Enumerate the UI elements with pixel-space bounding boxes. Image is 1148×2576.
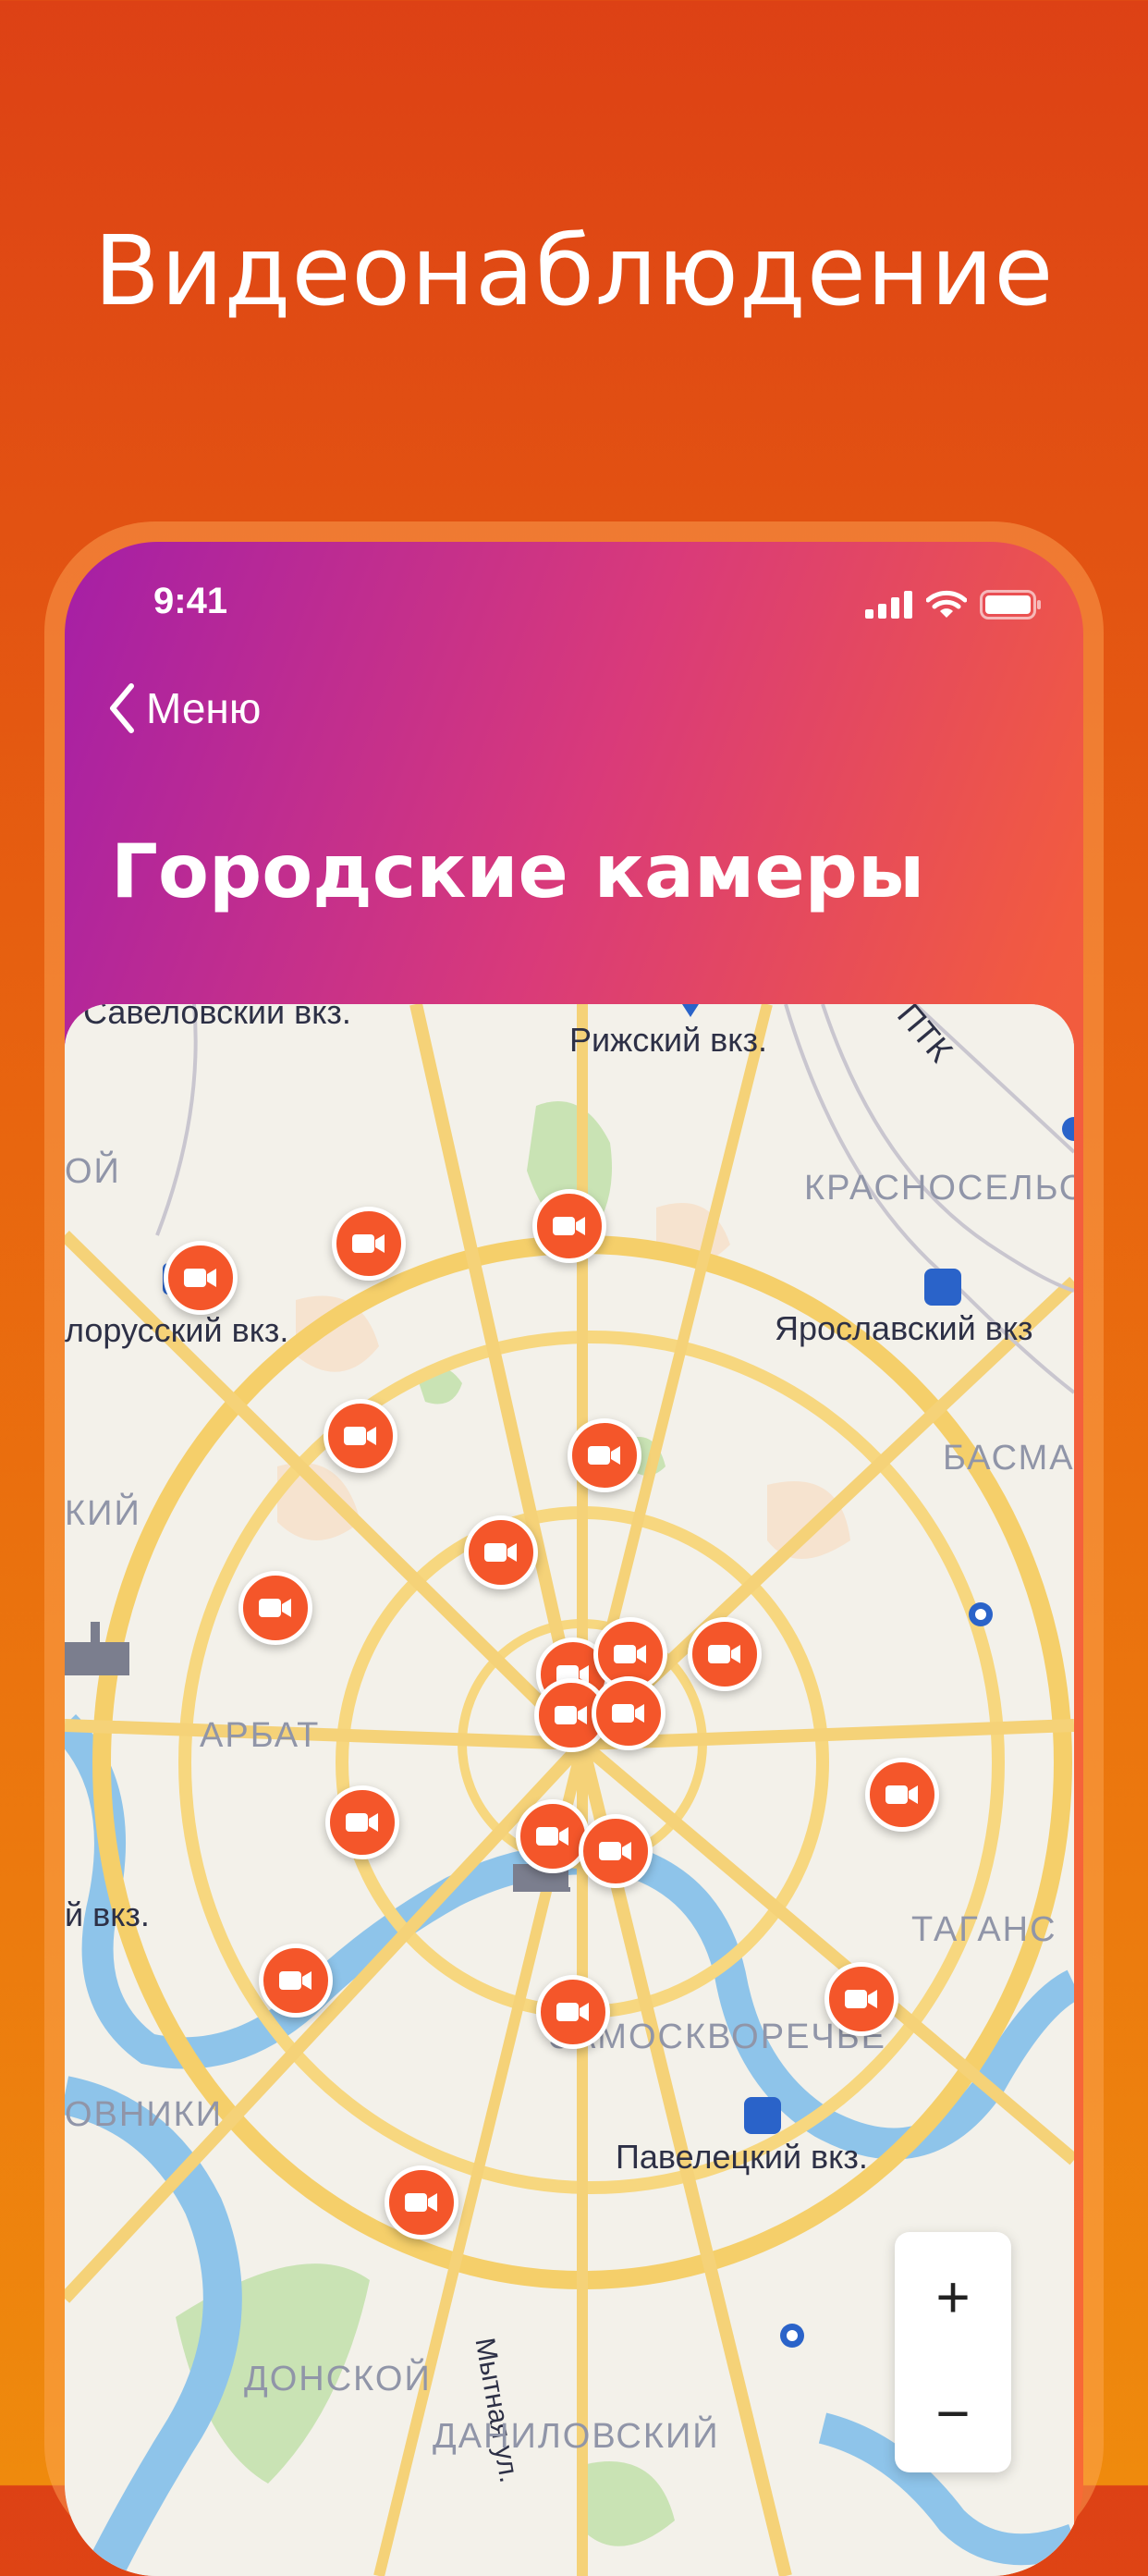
video-camera-icon	[259, 1599, 291, 1617]
map-view[interactable]: Савеловский вкз. Рижский вкз. ПТК ОЙ КРА…	[65, 1004, 1074, 2576]
camera-marker[interactable]	[532, 1189, 606, 1263]
map-label-belorussky: лорусский вкз.	[65, 1311, 289, 1349]
map-label-savelovsky: Савеловский вкз.	[83, 1004, 351, 1031]
map-label-rizhsky: Рижский вкз.	[569, 1021, 767, 1059]
back-button[interactable]: Меню	[107, 682, 261, 734]
camera-marker[interactable]	[464, 1515, 538, 1589]
map-label-yaroslavsky: Ярославский вкз	[775, 1309, 1033, 1347]
video-camera-icon	[184, 1269, 216, 1287]
map-label-paveletsky: Павелецкий вкз.	[616, 2138, 868, 2176]
camera-marker[interactable]	[516, 1799, 590, 1873]
camera-marker[interactable]	[325, 1785, 399, 1859]
camera-marker[interactable]	[324, 1399, 397, 1473]
camera-marker[interactable]	[688, 1617, 762, 1691]
camera-marker[interactable]	[332, 1207, 406, 1281]
video-camera-icon	[344, 1427, 376, 1445]
camera-marker[interactable]	[259, 1944, 333, 2018]
video-camera-icon	[555, 1706, 587, 1724]
map-label-danilovsky: ДАНИЛОВСКИЙ	[433, 2417, 720, 2456]
map-label-krasnoselsky: КРАСНОСЕЛЬС	[804, 1169, 1074, 1208]
map-label-ovniki: ОВНИКИ	[65, 2095, 224, 2134]
map-label-kievsky: й вкз.	[65, 1895, 150, 1933]
camera-marker[interactable]	[536, 1975, 610, 2049]
map-label-basman: БАСМА	[943, 1439, 1074, 1478]
zoom-out-button[interactable]: −	[895, 2358, 1011, 2469]
camera-marker[interactable]	[568, 1418, 641, 1492]
map-label-kiy: КИЙ	[65, 1494, 141, 1533]
video-camera-icon	[708, 1645, 740, 1663]
status-icons	[865, 590, 1043, 619]
camera-marker[interactable]	[824, 1962, 898, 2036]
video-camera-icon	[614, 1645, 646, 1663]
video-camera-icon	[536, 1827, 568, 1846]
video-camera-icon	[352, 1234, 385, 1253]
camera-marker[interactable]	[579, 1814, 653, 1888]
video-camera-icon	[845, 1990, 877, 2008]
video-camera-icon	[885, 1785, 918, 1804]
back-label: Меню	[146, 684, 262, 732]
zoom-controls: + −	[895, 2232, 1011, 2472]
zoom-in-button[interactable]: +	[895, 2241, 1011, 2352]
camera-marker[interactable]	[238, 1571, 312, 1645]
video-camera-icon	[279, 1971, 311, 1990]
map-label-tagansky: ТАГАНС	[911, 1910, 1057, 1949]
video-camera-icon	[612, 1704, 644, 1723]
video-camera-icon	[405, 2193, 437, 2212]
promo-title: Видеонаблюдение	[93, 215, 1055, 327]
video-camera-icon	[556, 2003, 589, 2021]
video-camera-icon	[599, 1842, 631, 1860]
camera-marker[interactable]	[865, 1758, 939, 1832]
chevron-left-icon	[110, 683, 134, 733]
battery-icon	[980, 590, 1041, 619]
screen-title: Городские камеры	[111, 828, 925, 914]
video-camera-icon	[553, 1217, 585, 1235]
video-camera-icon	[346, 1813, 378, 1832]
camera-marker[interactable]	[164, 1241, 238, 1315]
camera-marker[interactable]	[385, 2165, 458, 2239]
wifi-icon	[926, 590, 967, 618]
map-label-donskoy: ДОНСКОЙ	[244, 2360, 432, 2398]
camera-marker[interactable]	[592, 1676, 666, 1750]
map-label-arbat: АРБАТ	[200, 1716, 321, 1755]
signal-icon	[865, 591, 912, 619]
status-time: 9:41	[153, 581, 228, 621]
phone-screen: 9:41 Меню Городские камеры Савеловский в…	[65, 542, 1083, 2576]
video-camera-icon	[484, 1543, 517, 1562]
video-camera-icon	[588, 1446, 620, 1465]
map-label-oi: ОЙ	[65, 1152, 121, 1191]
